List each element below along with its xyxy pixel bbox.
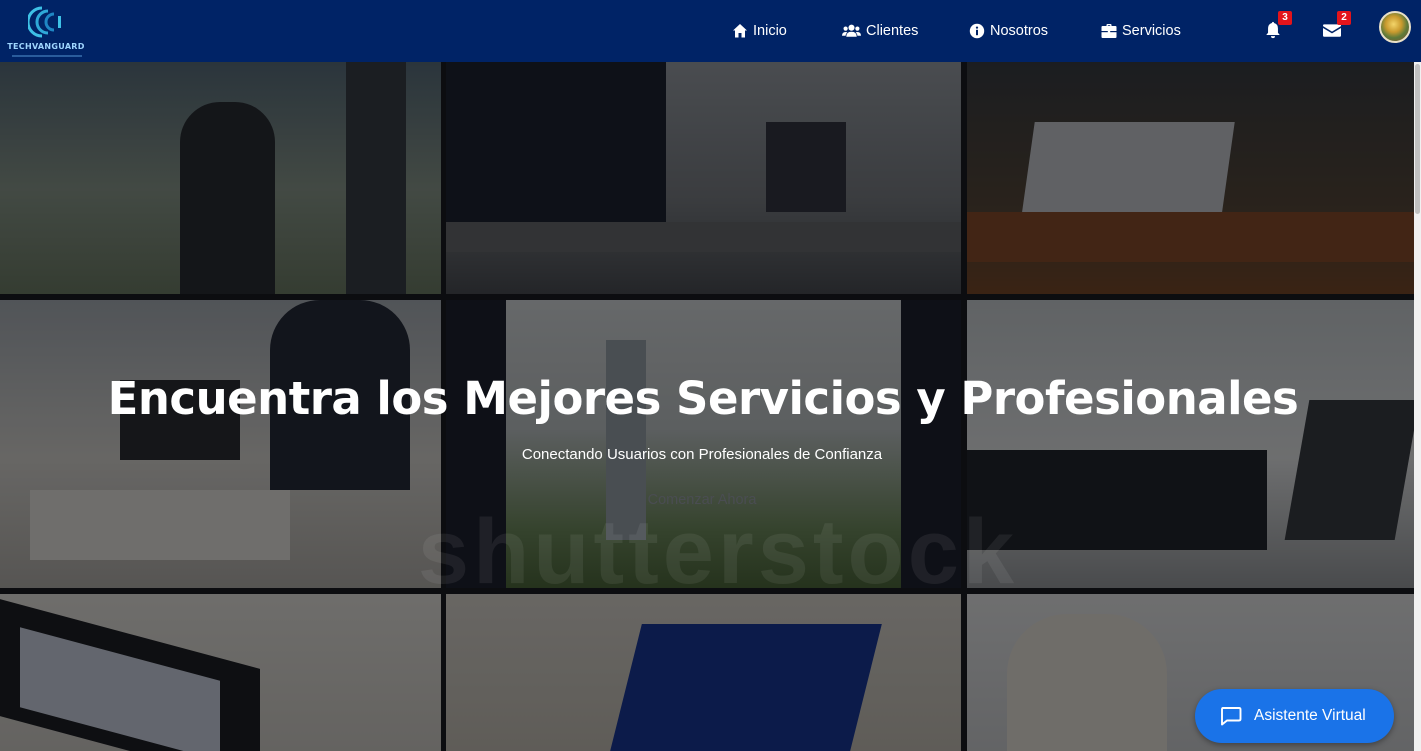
messages-count-badge: 2 bbox=[1337, 11, 1351, 25]
brand-name: TECHVANGUARD bbox=[7, 42, 85, 51]
nav-item-label: Inicio bbox=[753, 23, 787, 39]
top-navbar: TECHVANGUARD Inicio Clientes Nosotros Se… bbox=[0, 0, 1421, 62]
user-avatar[interactable] bbox=[1379, 11, 1411, 43]
info-icon bbox=[969, 23, 985, 39]
notifications-button[interactable]: 3 bbox=[1264, 11, 1292, 42]
nav-item-label: Nosotros bbox=[990, 23, 1049, 39]
hero-subtitle: Conectando Usuarios con Profesionales de… bbox=[521, 446, 883, 463]
get-started-button[interactable]: Comenzar Ahora bbox=[602, 492, 802, 508]
chat-bubble-icon bbox=[1221, 707, 1242, 726]
nav-item-label: Servicios bbox=[1122, 23, 1181, 39]
briefcase-icon bbox=[1101, 24, 1117, 38]
hero-title: Encuentra los Mejores Servicios y Profes… bbox=[107, 372, 1299, 425]
users-icon bbox=[842, 24, 861, 37]
nav-item-nosotros[interactable]: Nosotros bbox=[969, 23, 1048, 39]
scrollbar-thumb[interactable] bbox=[1415, 64, 1420, 214]
virtual-assistant-button[interactable]: Asistente Virtual bbox=[1195, 689, 1394, 743]
brand-tagline bbox=[12, 55, 82, 57]
page-scrollbar[interactable] bbox=[1414, 62, 1421, 751]
assistant-label: Asistente Virtual bbox=[1254, 707, 1366, 724]
nav-item-clientes[interactable]: Clientes bbox=[842, 23, 918, 39]
messages-button[interactable]: 2 bbox=[1323, 11, 1351, 42]
notifications-count-badge: 3 bbox=[1278, 11, 1292, 25]
nav-item-servicios[interactable]: Servicios bbox=[1101, 23, 1181, 39]
brand-logo[interactable]: TECHVANGUARD bbox=[4, 2, 88, 60]
nav-item-label: Clientes bbox=[866, 23, 919, 39]
logo-mark-icon bbox=[28, 6, 61, 38]
watermark-text: shutterstock bbox=[417, 501, 1019, 603]
nav-item-inicio[interactable]: Inicio bbox=[732, 23, 787, 39]
home-icon bbox=[733, 24, 747, 38]
